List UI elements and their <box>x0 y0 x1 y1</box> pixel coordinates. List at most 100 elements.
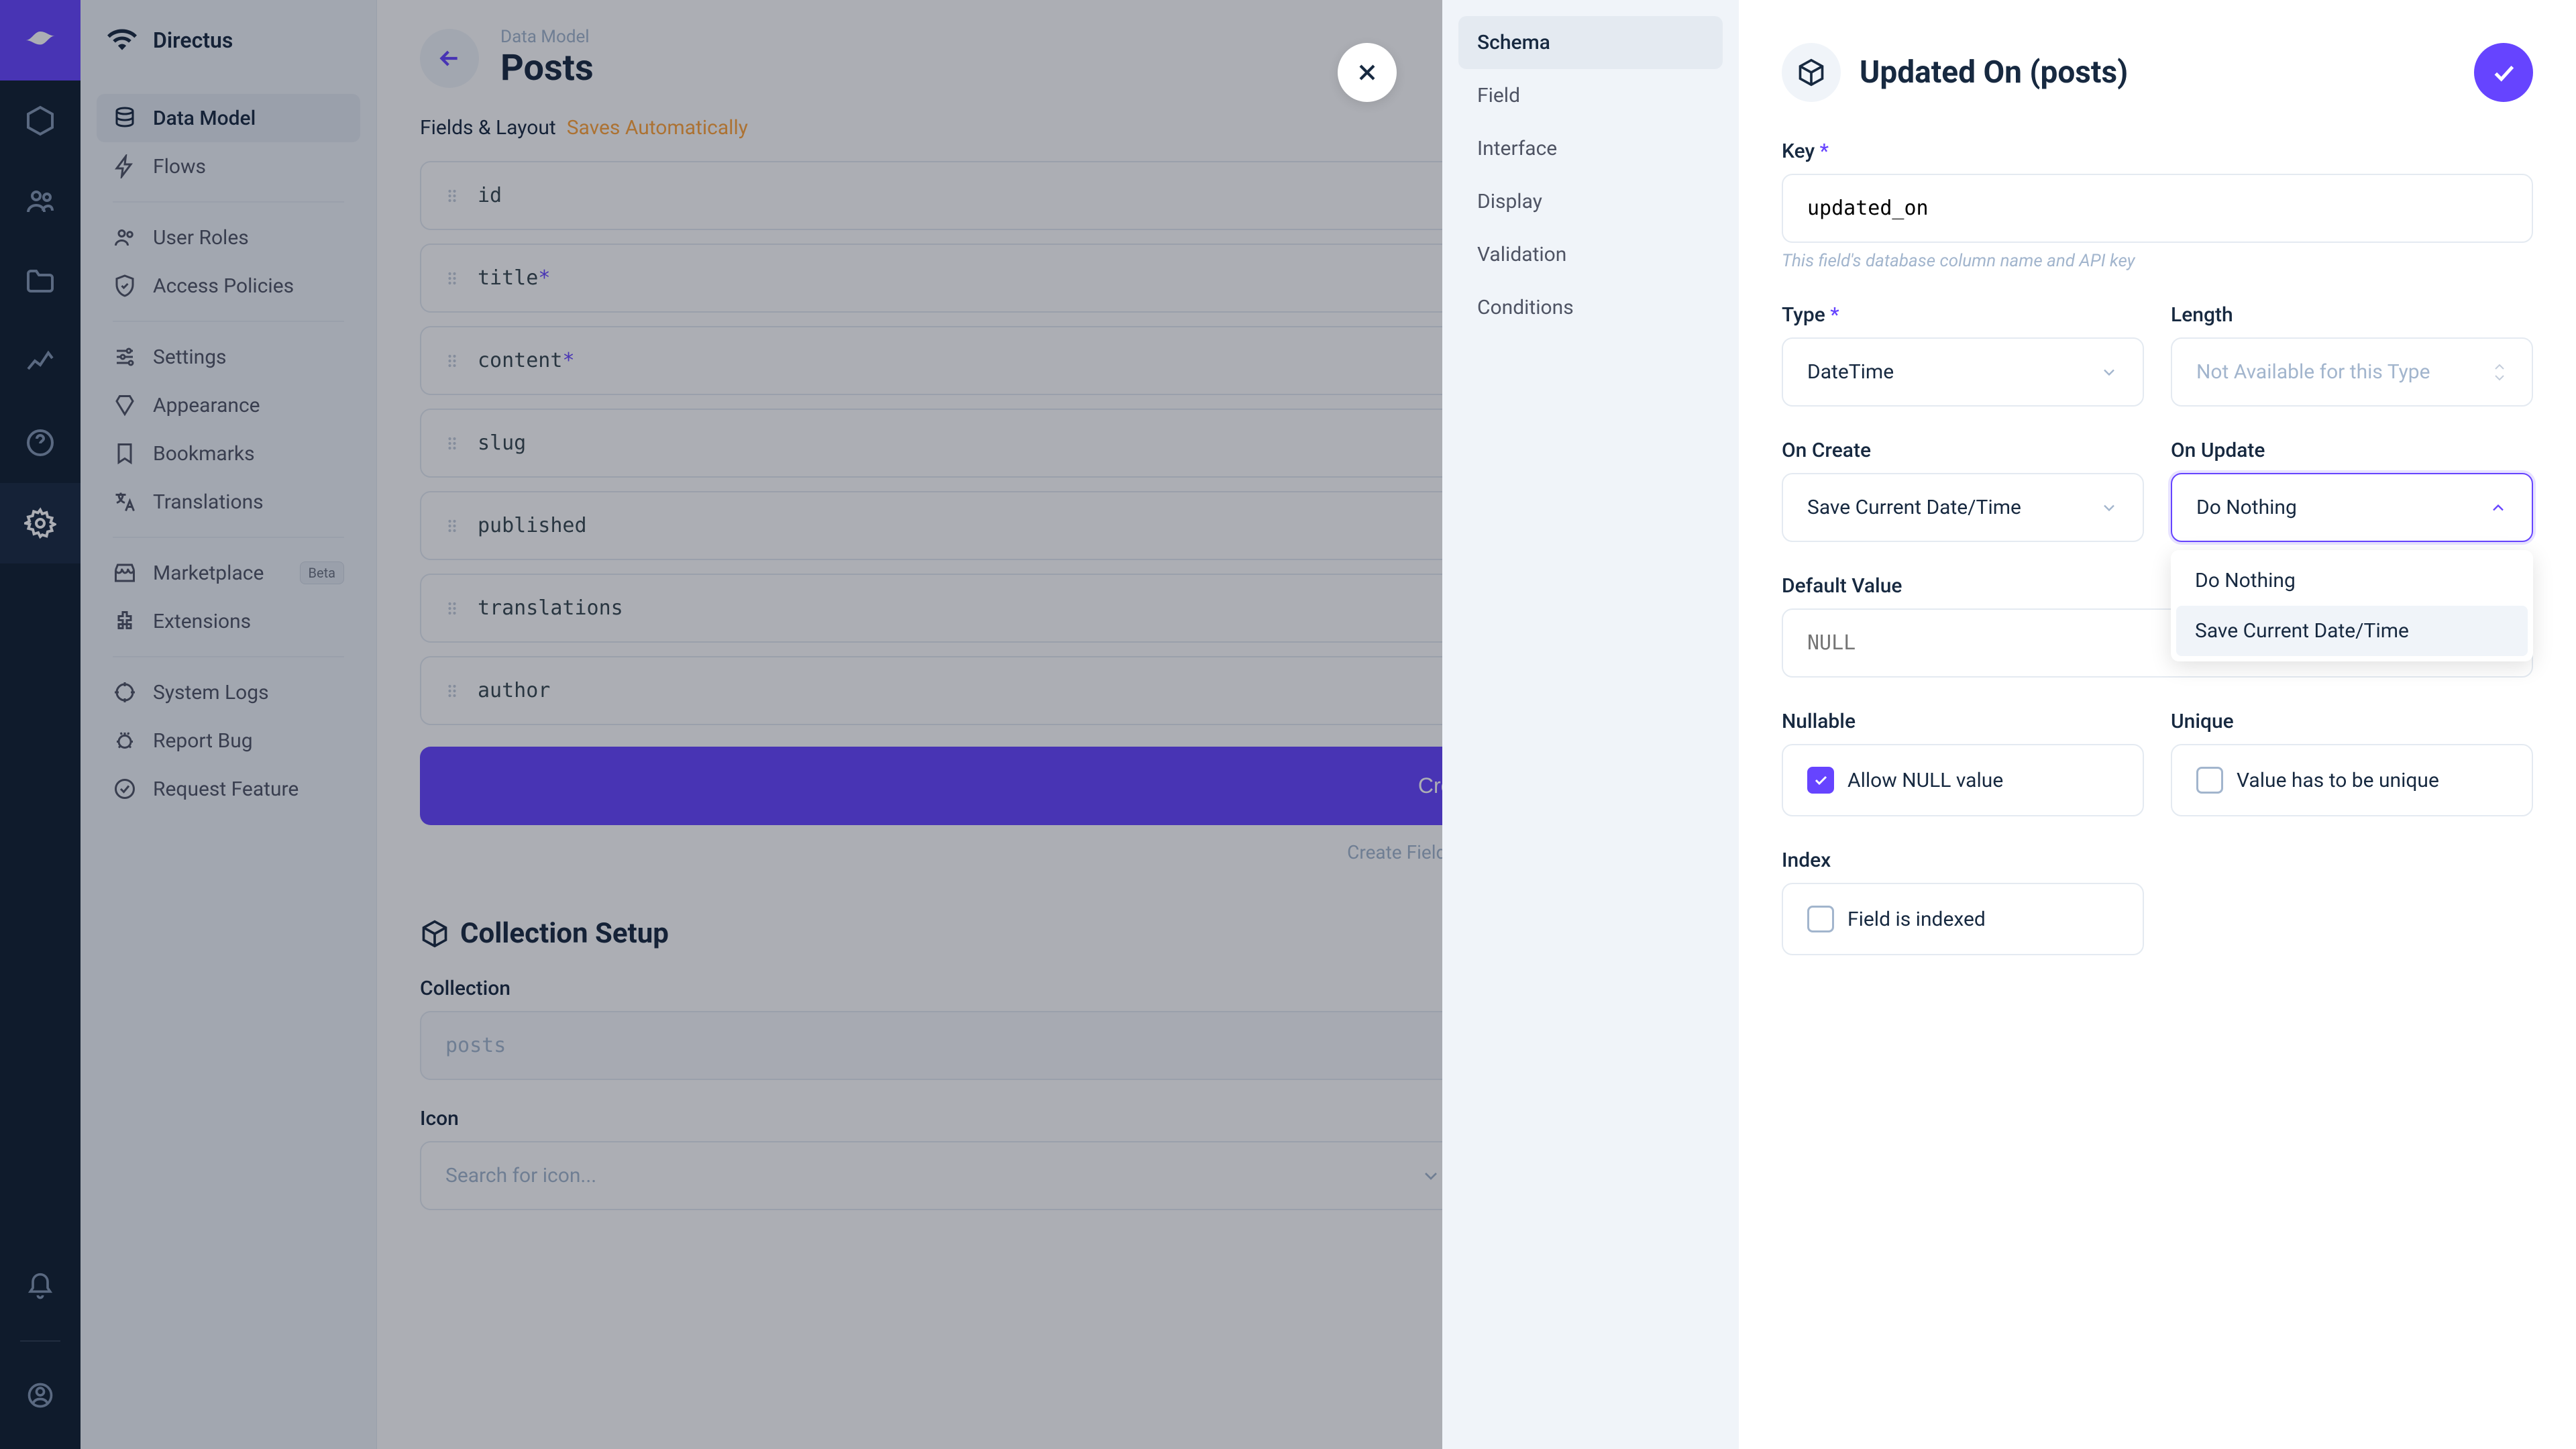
type-label: Type * <box>1782 303 2144 327</box>
on-update-dropdown: Do Nothing Save Current Date/Time <box>2171 550 2533 661</box>
bolt-icon <box>113 154 137 178</box>
back-button[interactable] <box>420 29 479 88</box>
sidebar-item-bookmarks[interactable]: Bookmarks <box>97 429 360 478</box>
rail-item-notifications[interactable] <box>0 1246 80 1327</box>
rail-item-settings[interactable] <box>0 483 80 564</box>
sidebar-item-translations[interactable]: Translations <box>97 478 360 526</box>
field-key: title* <box>478 266 550 290</box>
type-select[interactable]: DateTime <box>1782 337 2144 407</box>
sidebar-item-label: User Roles <box>153 226 249 250</box>
sidebar-item-user-roles[interactable]: User Roles <box>97 213 360 262</box>
nav-field[interactable]: Field <box>1458 69 1723 122</box>
nav-conditions[interactable]: Conditions <box>1458 281 1723 334</box>
length-input: Not Available for this Type <box>2171 337 2533 407</box>
nav-validation[interactable]: Validation <box>1458 228 1723 281</box>
database-icon <box>113 106 137 130</box>
bug-icon <box>113 729 137 753</box>
on-update-label: On Update <box>2171 439 2533 462</box>
nav-display[interactable]: Display <box>1458 175 1723 228</box>
chevron-down-icon[interactable] <box>1420 1165 1442 1187</box>
sidebar-item-label: Bookmarks <box>153 442 255 466</box>
checkbox-icon <box>2196 767 2223 794</box>
drag-handle-icon[interactable] <box>443 269 462 288</box>
sidebar-item-label: Data Model <box>153 107 256 130</box>
sidebar-item-marketplace[interactable]: Marketplace Beta <box>97 549 360 597</box>
sidebar-item-data-model[interactable]: Data Model <box>97 94 360 142</box>
rail-item-users[interactable] <box>0 161 80 241</box>
on-create-label: On Create <box>1782 439 2144 462</box>
rail-item-insights[interactable] <box>0 322 80 402</box>
drag-handle-icon[interactable] <box>443 434 462 453</box>
sidebar-item-appearance[interactable]: Appearance <box>97 381 360 429</box>
unique-text: Value has to be unique <box>2237 769 2439 792</box>
sidebar-item-extensions[interactable]: Extensions <box>97 597 360 645</box>
sidebar-item-flows[interactable]: Flows <box>97 142 360 191</box>
on-update-value: Do Nothing <box>2196 496 2297 519</box>
collection-label: Collection <box>420 977 1460 1000</box>
drawer-title: Updated On (posts) <box>1860 54 2455 91</box>
storefront-icon <box>113 561 137 585</box>
sidebar-item-access-policies[interactable]: Access Policies <box>97 262 360 310</box>
icon-label: Icon <box>420 1107 1460 1130</box>
drag-handle-icon[interactable] <box>443 352 462 370</box>
logo[interactable] <box>0 0 80 80</box>
drag-handle-icon[interactable] <box>443 517 462 535</box>
rail-item-docs[interactable] <box>0 402 80 483</box>
save-button[interactable] <box>2474 43 2533 102</box>
checkbox-icon <box>1807 906 1834 932</box>
length-value: Not Available for this Type <box>2196 360 2430 384</box>
drag-handle-icon[interactable] <box>443 682 462 700</box>
page-title: Posts <box>500 47 594 89</box>
rail-item-files[interactable] <box>0 241 80 322</box>
on-create-select[interactable]: Save Current Date/Time <box>1782 473 2144 542</box>
drag-handle-icon[interactable] <box>443 186 462 205</box>
beta-badge: Beta <box>300 561 345 584</box>
stepper-icon <box>2491 362 2508 382</box>
sidebar-header: Directus <box>80 0 376 80</box>
sidebar-item-report-bug[interactable]: Report Bug <box>97 716 360 765</box>
chevron-up-icon <box>2489 498 2508 517</box>
extension-icon <box>113 609 137 633</box>
drag-handle-icon[interactable] <box>443 599 462 618</box>
on-update-select[interactable]: Do Nothing <box>2171 473 2533 542</box>
brand-label: Directus <box>153 28 233 53</box>
users-icon <box>113 225 137 250</box>
field-key: slug <box>478 431 526 455</box>
key-hint: This field's database column name and AP… <box>1782 251 2533 271</box>
wifi-icon <box>107 25 137 55</box>
sidebar-item-label: Access Policies <box>153 274 294 298</box>
collection-input <box>420 1011 1460 1080</box>
sidebar-item-settings[interactable]: Settings <box>97 333 360 381</box>
sidebar-item-label: Flows <box>153 155 206 178</box>
nav-interface[interactable]: Interface <box>1458 122 1723 175</box>
field-key: translations <box>478 596 623 620</box>
dropdown-option-do-nothing[interactable]: Do Nothing <box>2176 555 2528 606</box>
sidebar-item-label: System Logs <box>153 681 269 704</box>
breadcrumb[interactable]: Data Model <box>500 27 594 47</box>
close-button[interactable] <box>1338 43 1397 102</box>
icon-input[interactable] <box>420 1141 1460 1210</box>
dropdown-option-save-datetime[interactable]: Save Current Date/Time <box>2176 606 2528 656</box>
unique-checkbox[interactable]: Value has to be unique <box>2171 744 2533 816</box>
index-checkbox[interactable]: Field is indexed <box>1782 883 2144 955</box>
field-key: author <box>478 679 550 702</box>
rail-item-account[interactable] <box>0 1355 80 1436</box>
index-label: Index <box>1782 849 2144 872</box>
chevron-down-icon <box>2100 363 2118 382</box>
nullable-checkbox[interactable]: Allow NULL value <box>1782 744 2144 816</box>
checkbox-checked-icon <box>1807 767 1834 794</box>
nullable-label: Nullable <box>1782 710 2144 733</box>
sidebar-item-system-logs[interactable]: System Logs <box>97 668 360 716</box>
key-input[interactable] <box>1782 174 2533 243</box>
nav-schema[interactable]: Schema <box>1458 16 1723 69</box>
subhead-label: Fields & Layout <box>420 116 556 140</box>
drawer-nav: Schema Field Interface Display Validatio… <box>1442 0 1739 1449</box>
check-icon <box>2490 59 2517 86</box>
arrow-left-icon <box>436 45 463 72</box>
style-icon <box>113 393 137 417</box>
key-label: Key * <box>1782 140 2533 163</box>
unique-label: Unique <box>2171 710 2533 733</box>
rail-item-collections[interactable] <box>0 80 80 161</box>
feature-icon <box>113 777 137 801</box>
sidebar-item-request-feature[interactable]: Request Feature <box>97 765 360 813</box>
